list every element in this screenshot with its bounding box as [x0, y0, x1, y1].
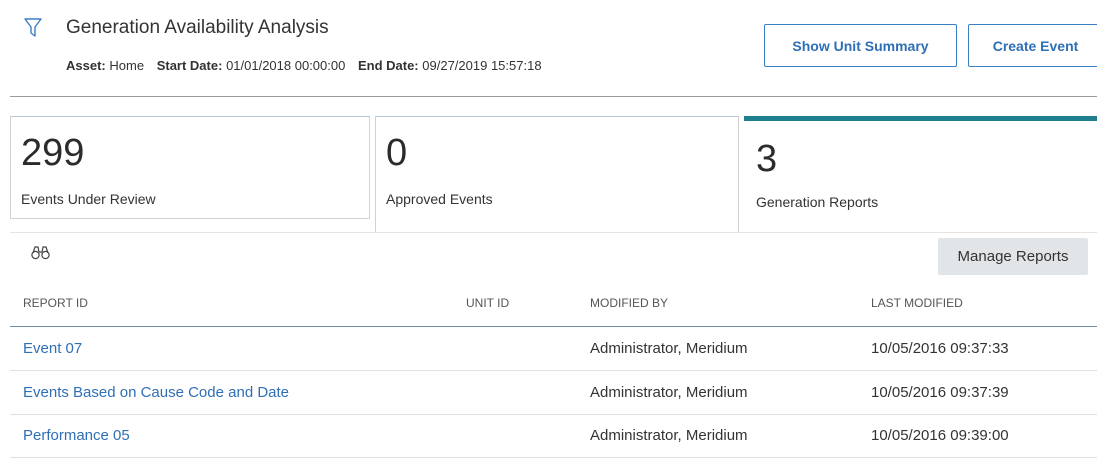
page-title: Generation Availability Analysis: [66, 17, 329, 38]
start-date-label: Start Date:: [156, 58, 223, 73]
column-header-report-id[interactable]: REPORT ID: [23, 296, 88, 310]
tile-events-under-review[interactable]: 299 Events Under Review: [10, 116, 370, 219]
column-header-unit-id[interactable]: UNIT ID: [466, 296, 509, 310]
column-header-modified-by[interactable]: MODIFIED BY: [590, 296, 668, 310]
tile-label: Events Under Review: [21, 191, 156, 207]
report-id-link[interactable]: Performance 05: [23, 427, 130, 444]
panel-divider: [10, 232, 1097, 233]
modified-by-cell: Administrator, Meridium: [590, 340, 748, 357]
tile-count: 299: [21, 132, 85, 174]
create-event-button[interactable]: Create Event: [968, 24, 1097, 67]
tile-label: Approved Events: [386, 191, 493, 207]
tile-label: Generation Reports: [756, 194, 879, 210]
header-divider: [10, 96, 1097, 97]
filter-icon[interactable]: [24, 18, 42, 38]
tile-count: 0: [386, 132, 408, 174]
row-divider: [10, 457, 1097, 458]
table-row: Event 07 Administrator, Meridium 10/05/2…: [10, 327, 1097, 371]
binoculars-icon[interactable]: [31, 245, 50, 260]
last-modified-cell: 10/05/2016 09:39:00: [871, 427, 1009, 444]
asset-value: Home: [109, 58, 145, 73]
end-date-label: End Date:: [357, 58, 419, 73]
report-id-link[interactable]: Event 07: [23, 340, 82, 357]
tile-count: 3: [756, 138, 778, 180]
table-row: Events Based on Cause Code and Date Admi…: [10, 371, 1097, 415]
report-id-link[interactable]: Events Based on Cause Code and Date: [23, 384, 289, 401]
table-row: Performance 05 Administrator, Meridium 1…: [10, 414, 1097, 458]
show-unit-summary-button[interactable]: Show Unit Summary: [764, 24, 957, 67]
last-modified-cell: 10/05/2016 09:37:33: [871, 340, 1009, 357]
tile-approved-events[interactable]: 0 Approved Events: [375, 116, 739, 233]
last-modified-cell: 10/05/2016 09:37:39: [871, 384, 1009, 401]
end-date-value: 09/27/2019 15:57:18: [422, 58, 542, 73]
manage-reports-button[interactable]: Manage Reports: [938, 238, 1088, 275]
asset-label: Asset:: [66, 58, 106, 73]
column-header-last-modified[interactable]: LAST MODIFIED: [871, 296, 963, 310]
modified-by-cell: Administrator, Meridium: [590, 427, 748, 444]
modified-by-cell: Administrator, Meridium: [590, 384, 748, 401]
tile-generation-reports[interactable]: 3 Generation Reports: [744, 116, 1097, 233]
context-info: Asset: Home Start Date: 01/01/2018 00:00…: [66, 58, 542, 73]
start-date-value: 01/01/2018 00:00:00: [226, 58, 346, 73]
